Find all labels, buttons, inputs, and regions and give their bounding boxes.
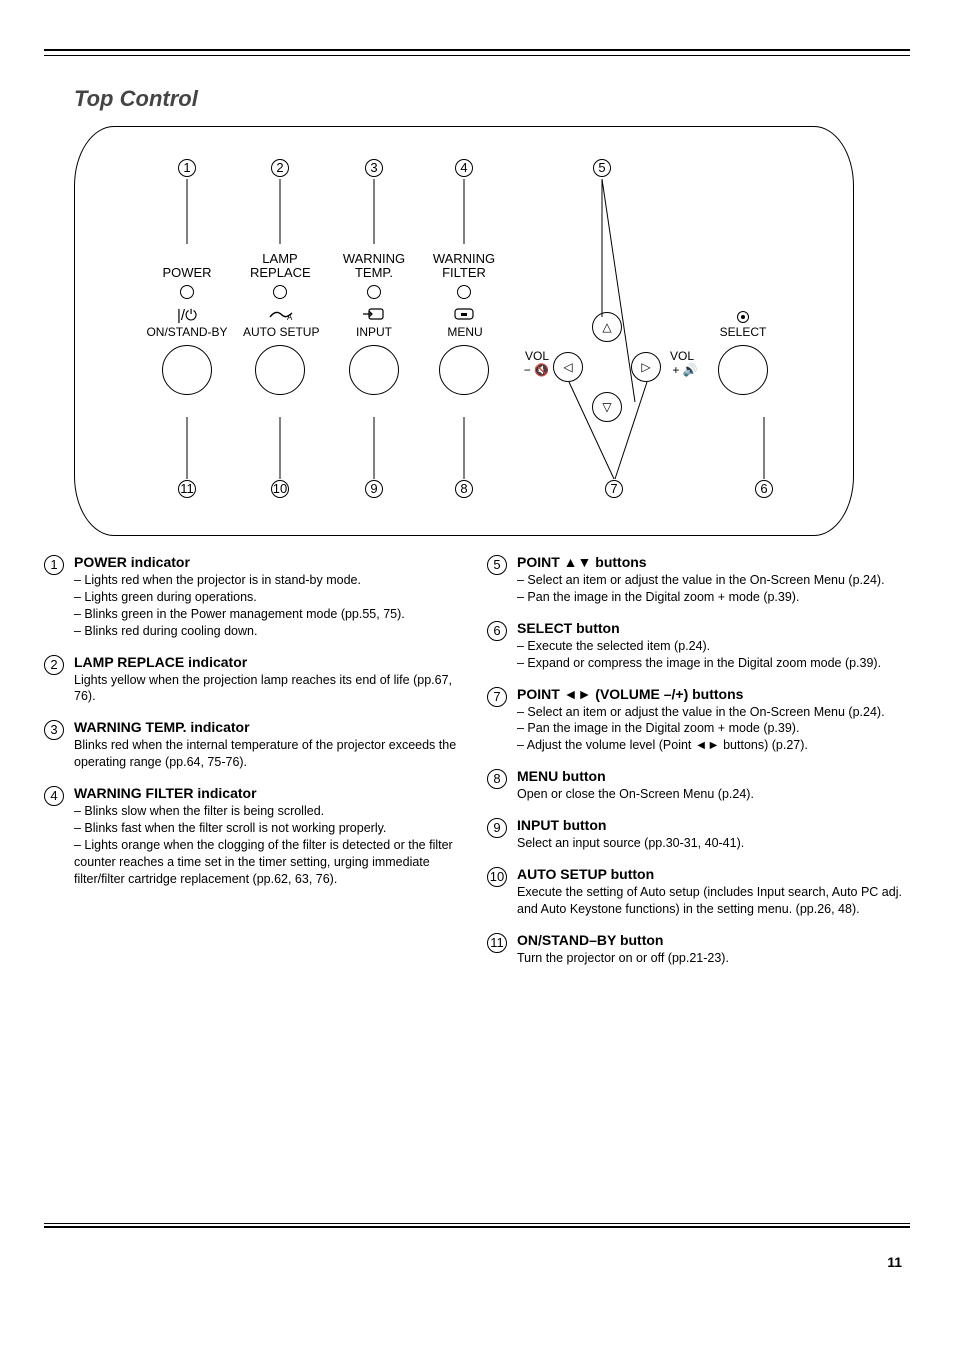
item-num-2: 2	[44, 655, 64, 675]
item-desc-8: Open or close the On-Screen Menu (p.24).	[517, 786, 910, 803]
label-warn-temp-1: WARNING	[339, 251, 409, 266]
callout-11: 11	[178, 480, 196, 498]
item-title-4: WARNING FILTER indicator	[74, 785, 467, 801]
item-desc-7: – Select an item or adjust the value in …	[517, 704, 910, 755]
label-power: POWER	[157, 265, 217, 280]
item-num-6: 6	[487, 621, 507, 641]
power-icon: |/⏻	[172, 307, 202, 324]
label-warn-filter-2: FILTER	[429, 265, 499, 280]
label-menu: MENU	[445, 325, 485, 339]
callout-3: 3	[365, 159, 383, 177]
point-left-button[interactable]: ◁	[553, 352, 583, 382]
item-title-2: LAMP REPLACE indicator	[74, 654, 467, 670]
item-title-10: AUTO SETUP button	[517, 866, 910, 882]
item-num-11: 11	[487, 933, 507, 953]
point-right-button[interactable]: ▷	[631, 352, 661, 382]
item-desc-9: Select an input source (pp.30-31, 40-41)…	[517, 835, 910, 852]
item-num-4: 4	[44, 786, 64, 806]
callout-4: 4	[455, 159, 473, 177]
item-desc-5: – Select an item or adjust the value in …	[517, 572, 910, 606]
item-title-1: POWER indicator	[74, 554, 467, 570]
bottom-divider	[44, 1223, 910, 1228]
label-warn-filter-1: WARNING	[429, 251, 499, 266]
temp-indicator-icon	[367, 285, 381, 299]
menu-button[interactable]	[439, 345, 489, 395]
label-warn-temp-2: TEMP.	[339, 265, 409, 280]
label-onstandby: ON/STAND-BY	[137, 325, 237, 339]
callout-9: 9	[365, 480, 383, 498]
callout-6: 6	[755, 480, 773, 498]
control-panel-diagram: 1 2 3 4 5 11 10 9 8 7 6 POWER LA	[74, 126, 854, 536]
label-select: SELECT	[715, 325, 771, 339]
callout-8: 8	[455, 480, 473, 498]
input-button[interactable]	[349, 345, 399, 395]
section-title: Top Control	[74, 86, 910, 112]
callout-7: 7	[605, 480, 623, 498]
description-columns: 1 POWER indicator – Lights red when the …	[44, 554, 910, 981]
menu-icon	[453, 307, 475, 325]
item-desc-4: – Blinks slow when the filter is being s…	[74, 803, 467, 887]
item-desc-2: Lights yellow when the projection lamp r…	[74, 672, 467, 706]
item-desc-10: Execute the setting of Auto setup (inclu…	[517, 884, 910, 918]
item-title-6: SELECT button	[517, 620, 910, 636]
item-title-7: POINT ◄► (VOLUME –/+) buttons	[517, 686, 910, 702]
label-vol-plus-2: + 🔊	[665, 363, 705, 377]
power-indicator-icon	[180, 285, 194, 299]
lamp-indicator-icon	[273, 285, 287, 299]
point-down-button[interactable]: ▽	[592, 392, 622, 422]
item-num-9: 9	[487, 818, 507, 838]
callout-2: 2	[271, 159, 289, 177]
label-vol-minus-1: VOL	[515, 349, 549, 363]
select-dot-icon	[737, 311, 749, 323]
label-autosetup: AUTO SETUP	[243, 325, 319, 339]
label-lamp-2: REPLACE	[250, 265, 310, 280]
label-vol-minus-2: − 🔇	[515, 363, 549, 377]
label-input: INPUT	[353, 325, 395, 339]
autosetup-icon: A	[268, 307, 294, 325]
item-title-9: INPUT button	[517, 817, 910, 833]
top-divider	[44, 49, 910, 56]
item-desc-1: – Lights red when the projector is in st…	[74, 572, 467, 640]
select-button[interactable]	[718, 345, 768, 395]
autosetup-button[interactable]	[255, 345, 305, 395]
item-title-11: ON/STAND–BY button	[517, 932, 910, 948]
item-num-3: 3	[44, 720, 64, 740]
item-desc-6: – Execute the selected item (p.24).– Exp…	[517, 638, 910, 672]
item-desc-11: Turn the projector on or off (pp.21-23).	[517, 950, 910, 967]
label-vol-plus-1: VOL	[665, 349, 699, 363]
filter-indicator-icon	[457, 285, 471, 299]
item-num-8: 8	[487, 769, 507, 789]
item-num-1: 1	[44, 555, 64, 575]
page-number: 11	[887, 1254, 902, 1270]
item-num-7: 7	[487, 687, 507, 707]
input-icon	[363, 307, 385, 325]
label-lamp-1: LAMP	[250, 251, 310, 266]
callout-1: 1	[178, 159, 196, 177]
onstandby-button[interactable]	[162, 345, 212, 395]
svg-text:A: A	[287, 313, 293, 321]
item-title-5: POINT ▲▼ buttons	[517, 554, 910, 570]
item-num-5: 5	[487, 555, 507, 575]
item-title-3: WARNING TEMP. indicator	[74, 719, 467, 735]
callout-10: 10	[271, 480, 289, 498]
item-title-8: MENU button	[517, 768, 910, 784]
callout-5: 5	[593, 159, 611, 177]
item-num-10: 10	[487, 867, 507, 887]
item-desc-3: Blinks red when the internal temperature…	[74, 737, 467, 771]
point-up-button[interactable]: △	[592, 312, 622, 342]
